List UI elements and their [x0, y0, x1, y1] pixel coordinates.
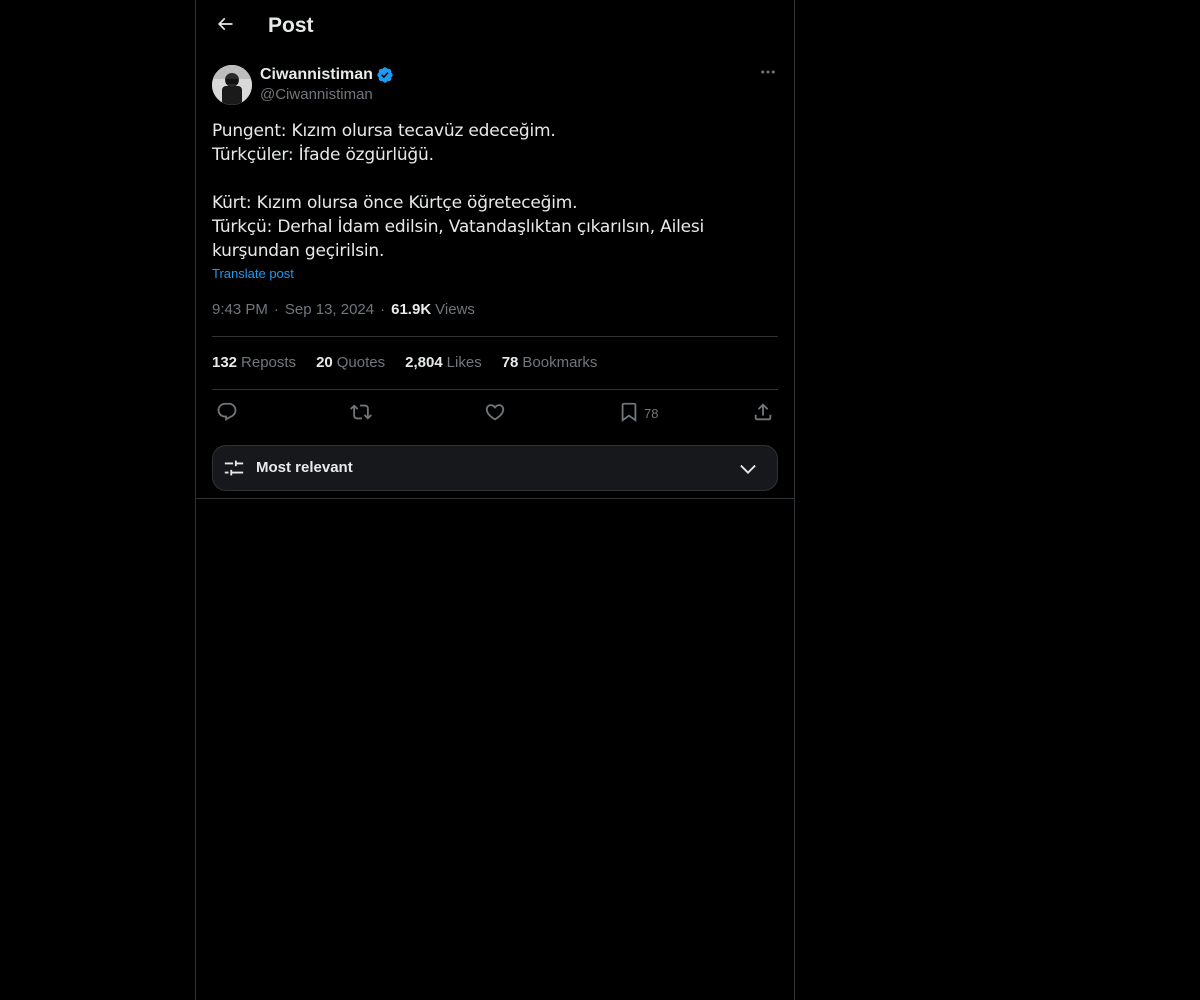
action-bar: 78 [212, 401, 778, 425]
reply-button[interactable] [216, 401, 238, 425]
quotes-count: 20 [316, 354, 333, 371]
translate-post-link[interactable]: Translate post [212, 266, 294, 281]
bookmark-button[interactable]: 78 [618, 401, 658, 425]
bookmark-icon [618, 401, 640, 426]
page-header: Post [196, 0, 794, 54]
stat-likes[interactable]: 2,804 Likes [405, 354, 482, 371]
post-text: Pungent: Kızım olursa tecavüz edeceğim. … [212, 121, 705, 261]
views-label: Views [435, 301, 475, 318]
main-column: Post Ciwannistiman @Ciwannistiman Pungen… [195, 0, 795, 1000]
post-date[interactable]: Sep 13, 2024 [285, 301, 374, 318]
share-button[interactable] [752, 401, 774, 425]
like-button[interactable] [484, 401, 506, 425]
author-name[interactable]: Ciwannistiman [260, 66, 373, 84]
post-meta: 9:43 PM · Sep 13, 2024 · 61.9K Views [212, 301, 475, 318]
repost-button[interactable] [350, 401, 372, 425]
arrow-left-icon [215, 14, 235, 39]
sort-replies-dropdown[interactable]: Most relevant [212, 445, 778, 491]
chevron-down-icon [737, 458, 759, 480]
bookmarks-count: 78 [501, 354, 519, 371]
likes-label: Likes [446, 354, 482, 371]
divider [212, 389, 778, 390]
reposts-count: 132 [212, 354, 238, 371]
views-count: 61.9K [391, 301, 432, 318]
reposts-label: Reposts [241, 354, 297, 371]
post-stats: 132 Reposts 20 Quotes 2,804 Likes 78 Bookmar… [212, 354, 617, 371]
post-time[interactable]: 9:43 PM [212, 301, 268, 318]
verified-badge-icon [376, 66, 394, 84]
bookmarks-label: Bookmarks [522, 354, 598, 371]
more-horizontal-icon [759, 63, 777, 86]
stat-reposts[interactable]: 132 Reposts [212, 354, 296, 371]
heart-icon [484, 401, 506, 426]
stat-quotes[interactable]: 20 Quotes [316, 354, 385, 371]
avatar[interactable] [212, 65, 252, 105]
page-title: Post [268, 14, 314, 37]
sliders-icon [223, 457, 245, 479]
author-handle[interactable]: @Ciwannistiman [260, 86, 373, 103]
repost-icon [350, 401, 372, 426]
bookmark-count: 78 [644, 405, 659, 421]
back-button[interactable] [208, 9, 242, 43]
sort-label: Most relevant [256, 459, 353, 476]
likes-count: 2,804 [405, 354, 443, 371]
more-options-button[interactable] [758, 64, 778, 84]
share-icon [752, 401, 774, 426]
quotes-label: Quotes [336, 354, 386, 371]
author-name-row[interactable]: Ciwannistiman [260, 65, 394, 85]
meta-separator: · [380, 301, 386, 318]
section-divider [196, 498, 794, 499]
stat-bookmarks[interactable]: 78 Bookmarks [502, 354, 598, 371]
reply-icon [216, 401, 238, 426]
divider [212, 336, 778, 337]
meta-separator: · [273, 301, 279, 318]
